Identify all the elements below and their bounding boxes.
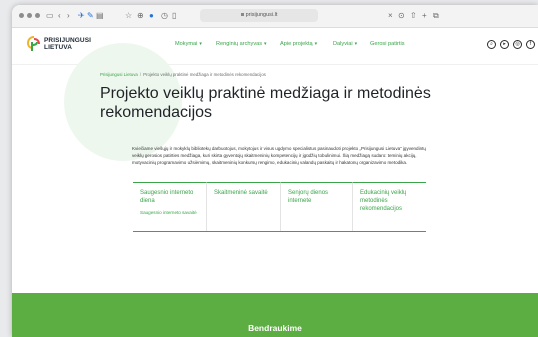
- breadcrumb-current: Projekto veiklų praktinė medžiaga ir met…: [143, 72, 266, 77]
- history-icon[interactable]: ◷: [161, 10, 168, 21]
- intro-text: Kviečiame viešųjų ir mokyklų bibliotekų …: [132, 146, 426, 165]
- reader-icon[interactable]: ▯: [172, 10, 176, 21]
- card-skaitmenine-savaite[interactable]: Skaitmeninė savaitė: [206, 182, 280, 231]
- close-window-button[interactable]: [19, 13, 24, 18]
- sidebar-icon[interactable]: ▭: [46, 10, 54, 21]
- card-sublink[interactable]: Saugesnio interneto savaitė: [140, 210, 202, 216]
- nav-item-apie-projekta[interactable]: Apie projektą ▾: [280, 41, 317, 47]
- card-title: Edukacinių veiklų metodinės rekomendacij…: [360, 190, 407, 212]
- forward-icon[interactable]: ›: [67, 10, 70, 21]
- privacy-icon[interactable]: ●: [149, 10, 154, 21]
- footer-title: Bendraukime: [248, 323, 302, 333]
- shield-icon[interactable]: ⊕: [137, 10, 144, 21]
- close-tab-icon[interactable]: ×: [388, 10, 393, 21]
- breadcrumb: Prisijungusi Lietuva / Projekto veiklų pra…: [100, 72, 266, 77]
- chevron-down-icon: ▾: [199, 41, 202, 47]
- nav-label: Dalyviai: [333, 41, 353, 47]
- logo-icon[interactable]: [27, 36, 41, 52]
- resource-cards: Saugesnio interneto diena Saugesnio inte…: [133, 182, 426, 232]
- nav-item-mokymai[interactable]: Mokymai ▾: [175, 41, 202, 47]
- url-text: prisijungusi.lt: [245, 12, 278, 18]
- nav-item-renginiu-archyvas[interactable]: Renginių archyvas ▾: [216, 41, 267, 47]
- logo-text[interactable]: PRISIJUNGUSI LIETUVA: [44, 37, 91, 51]
- nav-label: Renginių archyvas: [216, 41, 263, 47]
- tab-overview-icon[interactable]: ▤: [96, 10, 104, 21]
- nav-label: Gerosi patirtis: [370, 41, 405, 47]
- browser-toolbar: ▭ ‹ › ✈ ✎ ▤ ☆ ⊕ ● ◷ ▯ prisijungusi.lt × …: [12, 5, 538, 28]
- chevron-down-icon: ▾: [354, 41, 358, 47]
- card-title: Skaitmeninė savaitė: [214, 190, 268, 196]
- card-title: Saugesnio interneto diena: [140, 190, 194, 204]
- nav-label: Apie projektą: [280, 41, 313, 47]
- page-title: Projekto veiklų praktinė medžiaga ir met…: [100, 85, 431, 121]
- instagram-icon[interactable]: ◎: [513, 40, 522, 49]
- nav-item-dalyviai[interactable]: Dalyviai ▾: [333, 41, 357, 47]
- address-bar[interactable]: prisijungusi.lt: [200, 9, 318, 22]
- back-icon[interactable]: ‹: [58, 10, 61, 21]
- logo-line-2: LIETUVA: [44, 44, 73, 51]
- zoom-window-button[interactable]: [35, 13, 40, 18]
- minimize-window-button[interactable]: [27, 13, 32, 18]
- download-icon[interactable]: ⊙: [398, 10, 405, 21]
- logo-line-1: PRISIJUNGUSI: [44, 37, 92, 44]
- footer: Bendraukime: [12, 293, 538, 337]
- search-icon[interactable]: ⌕: [487, 40, 496, 49]
- favorites-star-icon[interactable]: ☆: [125, 10, 132, 21]
- breadcrumb-separator: /: [139, 72, 142, 77]
- browser-window: ▭ ‹ › ✈ ✎ ▤ ☆ ⊕ ● ◷ ▯ prisijungusi.lt × …: [12, 5, 538, 337]
- chevron-down-icon: ▾: [264, 41, 267, 47]
- nav-item-gerosi-patirtis[interactable]: Gerosi patirtis: [370, 41, 405, 47]
- breadcrumb-home-link[interactable]: Prisijungusi Lietuva: [100, 72, 138, 77]
- youtube-icon[interactable]: ▸: [500, 40, 509, 49]
- tabs-icon[interactable]: ⧉: [433, 10, 439, 21]
- new-tab-icon[interactable]: +: [422, 10, 427, 21]
- share-icon[interactable]: ⇧: [410, 10, 417, 21]
- card-title: Senjorų dienos internete: [288, 190, 329, 204]
- chevron-down-icon: ▾: [314, 41, 318, 47]
- card-senjoru-dienos-internete[interactable]: Senjorų dienos internete: [280, 182, 352, 231]
- card-edukaciniu-veiklu-rekomendacijos[interactable]: Edukacinių veiklų metodinės rekomendacij…: [352, 182, 426, 231]
- card-saugesnio-interneto-diena[interactable]: Saugesnio interneto diena Saugesnio inte…: [133, 182, 206, 231]
- pin-icon[interactable]: ✈: [78, 10, 85, 21]
- extension-icon[interactable]: ✎: [87, 10, 94, 21]
- facebook-icon[interactable]: f: [526, 40, 535, 49]
- nav-label: Mokymai: [175, 41, 198, 47]
- lock-icon: [240, 13, 244, 17]
